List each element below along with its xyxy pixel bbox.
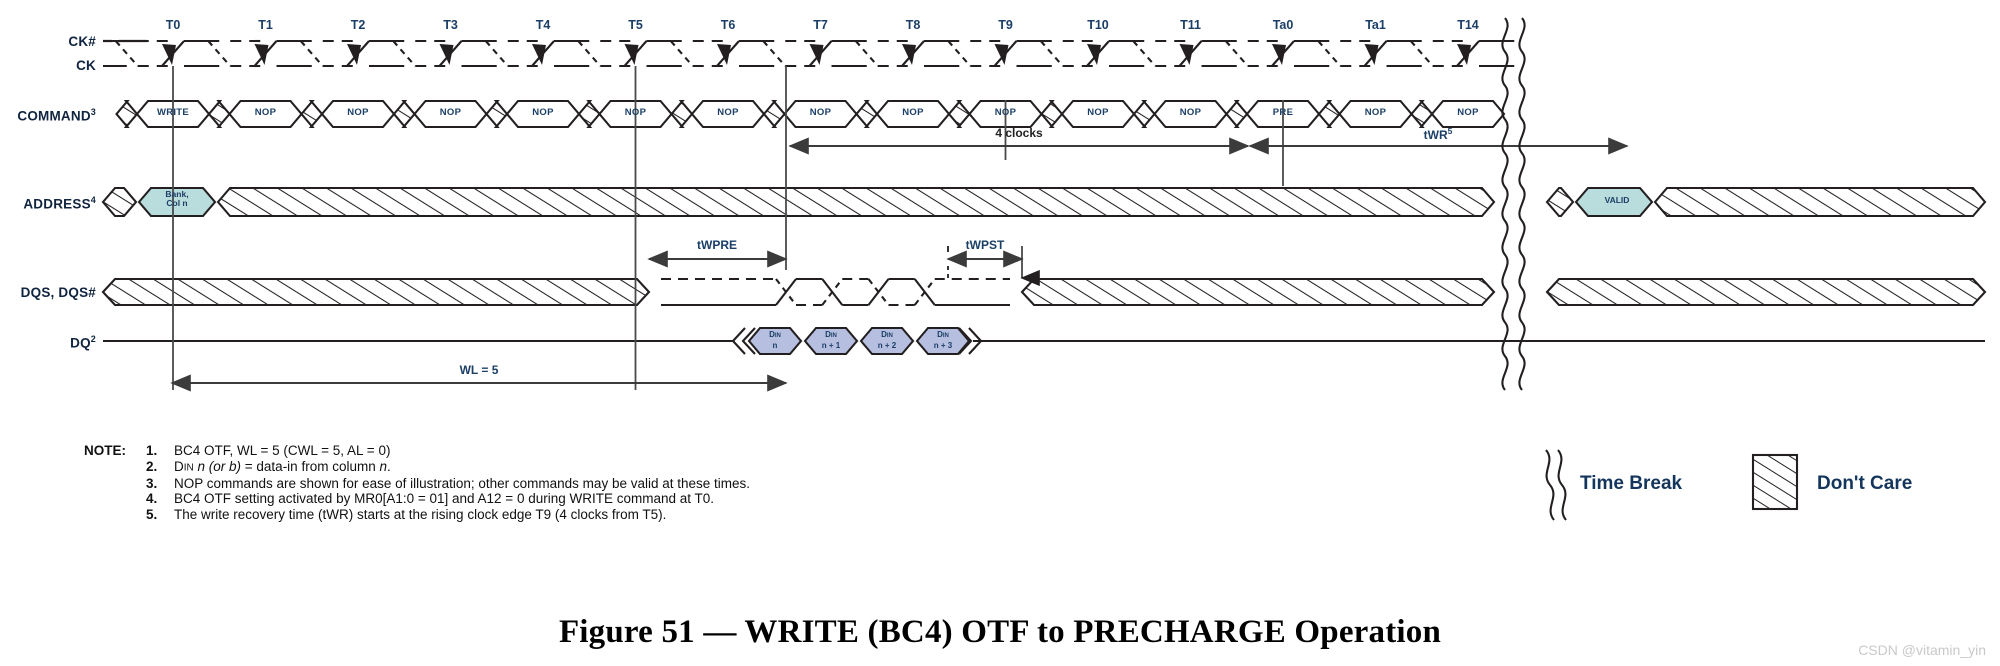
time-break-marks [1501, 17, 1526, 391]
command-cell-5: NOP [624, 107, 647, 118]
clock-tick-t11: T11 [1180, 18, 1201, 32]
timing-diagram [101, 17, 1987, 521]
command-cell-4: NOP [532, 107, 554, 118]
address-waveform [101, 186, 1987, 218]
clock-tick-t10: T10 [1087, 18, 1109, 32]
note-text-2: DIN n (or b) = data-in from column n. [174, 458, 391, 474]
command-cell-9: NOP [994, 107, 1017, 118]
ck-hash-label: CK# [68, 34, 96, 49]
note-number-5: 5. [146, 506, 158, 522]
clock-tick-t14: T14 [1457, 18, 1479, 32]
legend-dont-care-icon [1751, 453, 1799, 511]
command-cell-2: NOP [347, 107, 369, 118]
command-cell-7: NOP [809, 107, 832, 118]
note-text-5: The write recovery time (tWR) starts at … [174, 506, 667, 522]
command-cell-1: NOP [254, 107, 277, 118]
dq-label-superscript: 2 [90, 334, 96, 344]
note-row-3: 3. NOP commands are shown for ease of ill… [84, 476, 750, 492]
clock-tick-t1: T1 [258, 18, 273, 32]
dq-beat-3: DIN n + 3 [933, 330, 953, 350]
clock-tick-t0: T0 [165, 18, 181, 32]
clock-tick-t9: T9 [998, 18, 1013, 32]
command-cell-3: NOP [439, 107, 462, 118]
dqs-label: DQS, DQS# [20, 285, 96, 300]
legend-time-break-label: Time Break [1580, 473, 1683, 494]
four-clocks-label: 4 clocks [995, 126, 1043, 140]
notes-heading: NOTE: [84, 443, 126, 458]
address-bank-col-label: Bank, Col n [165, 189, 189, 208]
dq-label: DQ2 [70, 334, 96, 351]
twpst-label: tWPST [965, 238, 1005, 252]
command-cell-8: NOP [902, 107, 924, 118]
legend-dont-care-label: Don't Care [1817, 473, 1913, 494]
command-label: COMMAND3 [17, 107, 96, 124]
note-number-4: 4. [146, 491, 158, 507]
clock-tick-t4: T4 [535, 18, 551, 32]
clock-tick-t2: T2 [350, 18, 366, 32]
note-number-2: 2. [146, 458, 158, 474]
command-cell-6: NOP [717, 107, 739, 118]
address-label: ADDRESS4 [23, 195, 96, 212]
wl-label: WL = 5 [459, 363, 499, 377]
clock-tick-t3: T3 [443, 18, 458, 32]
note-row-4: 4. BC4 OTF setting activated by MR0[A1:0 … [84, 491, 750, 507]
note-number-1: 1. [146, 443, 158, 458]
address-valid-label: VALID [1604, 195, 1630, 205]
command-cell-13: NOP [1364, 107, 1387, 118]
clock-tick-ta0: Ta0 [1272, 18, 1294, 32]
ck-waveform [103, 39, 1515, 68]
clock-tick-t5: T5 [628, 18, 643, 32]
note-row-5: 5. The write recovery time (tWR) starts a… [84, 507, 750, 523]
dq-waveform [103, 326, 1985, 356]
note-text-3: NOP commands are shown for ease of illus… [174, 475, 751, 491]
legend-time-break-icon [1545, 449, 1567, 521]
figure-root: CK# CK COMMAND3 ADDRESS4 DQS, DQS# DQ2 T… [0, 0, 2000, 666]
twr-superscript: 5 [1447, 126, 1453, 136]
clock-tick-t7: T7 [813, 18, 828, 32]
command-cell-10: NOP [1087, 107, 1109, 118]
twr-label: tWR5 [1423, 126, 1453, 142]
dqs-waveform [101, 277, 1987, 307]
clock-tick-ta1: Ta1 [1365, 18, 1386, 32]
twpre-label: tWPRE [697, 238, 737, 252]
note-row-1: NOTE: 1. BC4 OTF, WL = 5 (CWL = 5, AL = 0) [84, 443, 750, 459]
note-text-1: BC4 OTF, WL = 5 (CWL = 5, AL = 0) [174, 443, 391, 458]
command-label-superscript: 3 [90, 107, 96, 117]
clock-tick-t8: T8 [905, 18, 921, 32]
watermark: CSDN @vitamin_yin [1858, 642, 1986, 658]
note-number-3: 3. [146, 475, 158, 491]
command-cell-12: PRE [1272, 107, 1294, 118]
note-row-2: 2. DIN n (or b) = data-in from column n. [84, 459, 750, 476]
ck-hash-waveform [103, 39, 1515, 68]
command-cell-0: WRITE [156, 107, 190, 118]
command-cell-11: NOP [1179, 107, 1202, 118]
note-text-4: BC4 OTF setting activated by MR0[A1:0 = … [174, 491, 715, 507]
figure-title: Figure 51 — WRITE (BC4) OTF to PRECHARGE… [558, 614, 1442, 650]
notes-block: NOTE: 1. BC4 OTF, WL = 5 (CWL = 5, AL = 0)… [84, 443, 750, 522]
ck-label: CK [76, 58, 96, 73]
clock-tick-t6: T6 [720, 18, 736, 32]
address-label-superscript: 4 [90, 195, 96, 205]
command-cell-14: NOP [1457, 107, 1479, 118]
